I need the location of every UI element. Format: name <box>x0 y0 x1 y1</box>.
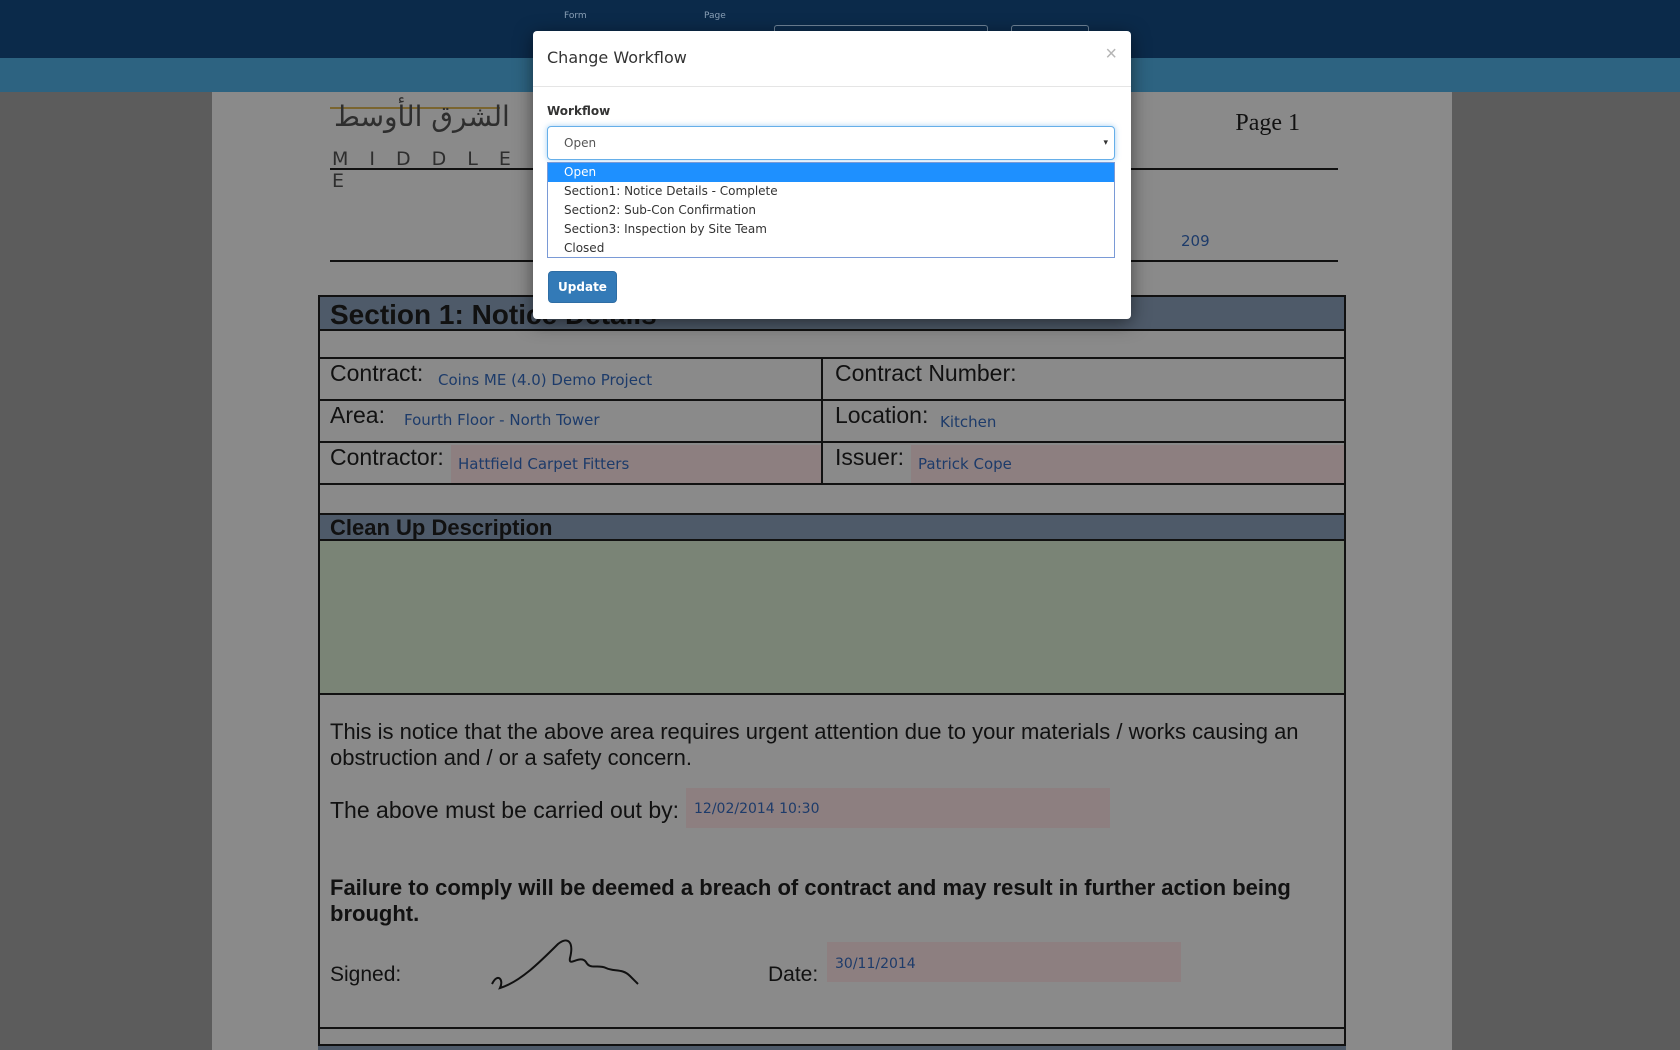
area-label: Area: <box>330 402 385 428</box>
workflow-option[interactable]: Section3: Inspection by Site Team <box>548 220 1114 239</box>
page-label: Page <box>704 11 726 21</box>
contract-number-label: Contract Number: <box>835 360 1017 386</box>
workflow-selected-value: Open <box>564 136 597 150</box>
workflow-options-list[interactable]: Open Section1: Notice Details - Complete… <box>547 162 1115 258</box>
cleanup-description-field[interactable] <box>320 541 1344 695</box>
location-value[interactable]: Kitchen <box>940 413 996 431</box>
carried-out-label: The above must be carried out by: <box>330 797 680 823</box>
workflow-option[interactable]: Closed <box>548 239 1114 258</box>
form-label: Form <box>564 11 587 21</box>
contractor-value: Hattfield Carpet Fitters <box>458 455 630 473</box>
notice-form: Section 1: Notice Details Contract: Coin… <box>318 295 1346 1050</box>
area-value[interactable]: Fourth Floor - North Tower <box>404 411 600 429</box>
cleanup-title: Clean Up Description <box>320 513 1344 541</box>
contractor-cell: Contractor: Hattfield Carpet Fitters <box>320 443 823 483</box>
update-button[interactable]: Update <box>548 271 617 303</box>
date-value: 30/11/2014 <box>835 956 916 972</box>
signed-label: Signed: <box>330 963 402 986</box>
date-label: Date: <box>768 963 819 986</box>
close-icon[interactable]: × <box>1105 43 1117 66</box>
signature-image <box>491 939 639 990</box>
contract-number-cell: Contract Number: <box>825 359 1344 399</box>
workflow-option[interactable]: Open <box>548 163 1114 182</box>
contract-value[interactable]: Coins ME (4.0) Demo Project <box>438 371 652 389</box>
warning-text: Failure to comply will be deemed a breac… <box>330 875 1291 926</box>
carried-out-value: 12/02/2014 10:30 <box>694 801 820 817</box>
next-section-header <box>318 1044 1346 1050</box>
contract-cell: Contract: Coins ME (4.0) Demo Project <box>320 359 823 399</box>
reference-number: 209 <box>1181 232 1210 250</box>
workflow-label: Workflow <box>547 104 611 118</box>
issuer-label: Issuer: <box>835 444 905 470</box>
logo-arabic-text: الشرق الأوسط <box>334 100 510 133</box>
contract-label: Contract: <box>330 360 424 386</box>
dialog-header: Change Workflow × <box>533 31 1131 87</box>
blank-row <box>320 333 1344 359</box>
contractor-row: Contractor: Hattfield Carpet Fitters Iss… <box>320 443 1344 485</box>
workflow-option[interactable]: Section2: Sub-Con Confirmation <box>548 201 1114 220</box>
chevron-down-icon: ▾ <box>1103 137 1108 147</box>
contract-row: Contract: Coins ME (4.0) Demo Project Co… <box>320 359 1344 401</box>
location-label: Location: <box>835 402 929 428</box>
location-cell: Location: Kitchen <box>825 401 1344 441</box>
page-number: Page 1 <box>1235 110 1300 136</box>
issuer-cell: Issuer: Patrick Cope <box>825 443 1344 483</box>
form-bottom-border <box>320 1027 1344 1029</box>
area-row: Area: Fourth Floor - North Tower Locatio… <box>320 401 1344 443</box>
workflow-option[interactable]: Section1: Notice Details - Complete <box>548 182 1114 201</box>
dialog-title: Change Workflow <box>547 48 687 67</box>
change-workflow-dialog: Change Workflow × Workflow Open ▾ Open S… <box>533 31 1131 319</box>
workflow-select[interactable]: Open ▾ <box>547 126 1115 160</box>
contractor-label: Contractor: <box>330 444 444 470</box>
area-cell: Area: Fourth Floor - North Tower <box>320 401 823 441</box>
issuer-value: Patrick Cope <box>918 455 1012 473</box>
notice-text: This is notice that the above area requi… <box>330 719 1299 770</box>
